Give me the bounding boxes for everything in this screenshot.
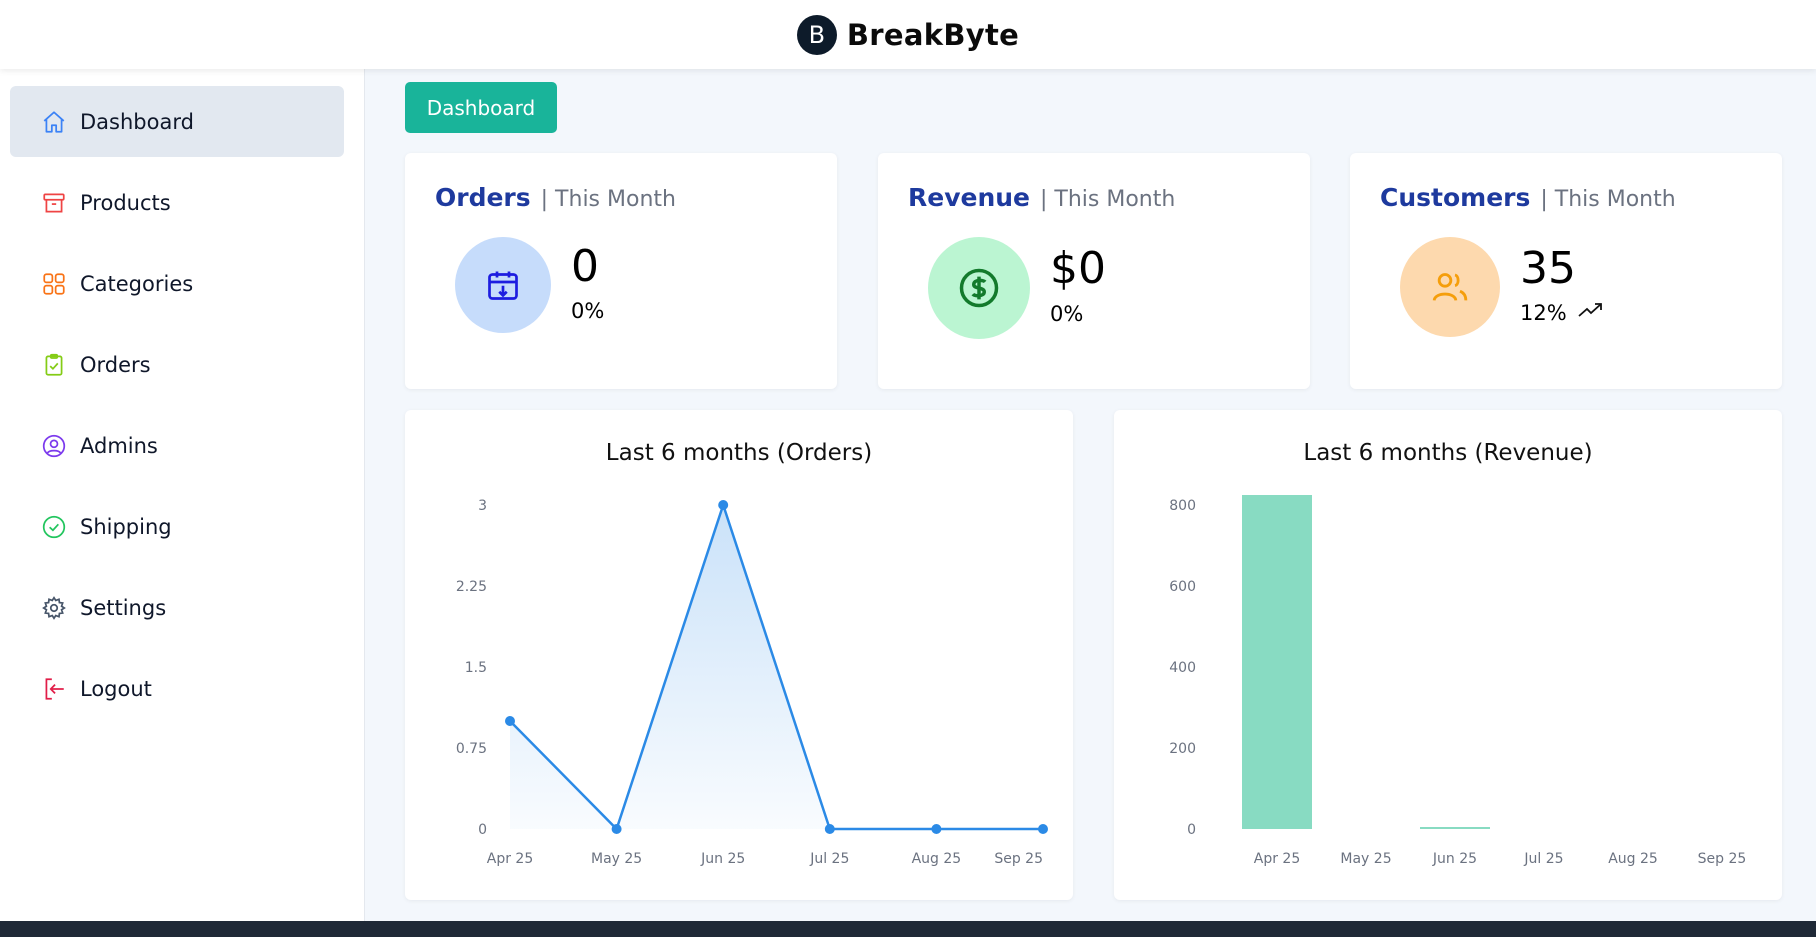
card-percent-text: 0% [571,299,605,323]
sidebar-item-label: Categories [80,271,194,296]
x-tick-label: Aug 25 [1608,851,1658,867]
calendar-download-icon [455,237,551,333]
y-tick-label: 3 [478,498,487,514]
sidebar-item-orders[interactable]: Orders [10,329,344,400]
main-content: Dashboard Orders | This Month 0 0% Reven… [365,69,1816,921]
data-point[interactable] [611,824,622,834]
y-tick-label: 0.75 [456,741,487,757]
breadcrumb-dashboard-button[interactable]: Dashboard [405,82,557,133]
card-percent: 0% [571,299,604,323]
y-tick-label: 2.25 [456,579,487,595]
dollar-icon [928,237,1030,339]
y-tick-label: 800 [1169,498,1196,514]
archive-icon [40,189,68,217]
card-subtitle: | This Month [1540,187,1676,212]
sidebar: Dashboard Products Categories Orders Adm… [0,69,365,921]
sidebar-item-settings[interactable]: Settings [10,572,344,643]
card-subtitle: | This Month [540,187,676,212]
sidebar-item-admins[interactable]: Admins [10,410,344,481]
card-title: Customers [1380,183,1531,212]
card-percent-text: 0% [1050,302,1084,326]
y-tick-label: 400 [1169,660,1196,676]
x-tick-label: Jun 25 [700,851,745,867]
top-header: B BreakByte [0,0,1816,69]
sidebar-item-label: Logout [80,676,152,701]
sidebar-item-logout[interactable]: Logout [10,653,344,724]
sidebar-item-label: Orders [80,352,151,377]
card-percent: 12% [1520,300,1605,325]
y-tick-label: 600 [1169,579,1196,595]
sidebar-item-categories[interactable]: Categories [10,248,344,319]
sidebar-item-shipping[interactable]: Shipping [10,491,344,562]
data-point[interactable] [505,716,515,726]
orders-line-chart: 0 0.75 1.5 2.25 3 Apr 25 May 25 Jun 25 Jul 25 Aug… [456,498,1048,867]
card-title: Revenue [908,183,1031,212]
x-tick-label: Apr 25 [487,851,533,867]
x-tick-label: Sep 25 [1698,851,1747,867]
orders-chart-card: Last 6 months (Orders) 0 0.75 1.5 2.25 3 Apr … [405,410,1073,900]
data-point[interactable] [718,500,729,510]
brand[interactable]: B BreakByte [796,14,1020,55]
logout-icon [40,675,68,703]
x-tick-label: May 25 [1340,851,1391,867]
y-tick-label: 200 [1169,741,1196,757]
revenue-bar[interactable] [1420,827,1490,829]
revenue-bar[interactable] [1242,495,1312,829]
card-value: $0 [1050,243,1106,294]
x-tick-label: Jun 25 [1432,851,1477,867]
revenue-chart-card: Last 6 months (Revenue) 0 200 400 600 800 Apr… [1114,410,1782,900]
trending-up-icon [1577,300,1605,325]
y-tick-label: 1.5 [465,660,487,676]
data-point[interactable] [1038,824,1048,834]
x-tick-label: Apr 25 [1254,851,1300,867]
sidebar-item-label: Products [80,190,171,215]
check-circle-icon [40,513,68,541]
card-value: 0 [571,241,599,292]
taskbar-strip [0,921,1816,937]
brand-name: BreakByte [846,17,1020,52]
data-point[interactable] [824,824,835,834]
user-circle-icon [40,432,68,460]
card-percent-text: 12% [1520,300,1567,325]
x-tick-label: Jul 25 [1523,851,1563,867]
grid-icon [40,270,68,298]
card-title: Orders [435,183,531,212]
y-tick-label: 0 [478,822,487,838]
users-icon [1400,237,1500,337]
orders-card: Orders | This Month 0 0% [405,153,837,389]
sidebar-item-label: Admins [80,433,158,458]
gear-icon [40,594,68,622]
sidebar-item-label: Dashboard [80,109,194,134]
x-tick-label: Sep 25 [994,851,1043,867]
data-point[interactable] [931,824,942,834]
card-value: 35 [1520,243,1576,294]
sidebar-item-label: Settings [80,595,167,620]
revenue-bar-chart: 0 200 400 600 800 Apr 25 May 25 Jun 25 Jul 25 Aug… [1169,495,1747,867]
card-percent: 0% [1050,302,1083,326]
x-tick-label: Jul 25 [809,851,849,867]
revenue-card: Revenue | This Month $0 0% [878,153,1310,389]
brand-logo-icon: B [796,14,837,55]
x-tick-label: May 25 [591,851,642,867]
clipboard-check-icon [40,351,68,379]
customers-card: Customers | This Month 35 12% [1350,153,1782,389]
sidebar-item-dashboard[interactable]: Dashboard [10,86,344,157]
y-tick-label: 0 [1187,822,1196,838]
card-subtitle: | This Month [1040,187,1176,212]
home-icon [40,108,68,136]
sidebar-item-products[interactable]: Products [10,167,344,238]
x-tick-label: Aug 25 [912,851,962,867]
sidebar-item-label: Shipping [80,514,172,539]
